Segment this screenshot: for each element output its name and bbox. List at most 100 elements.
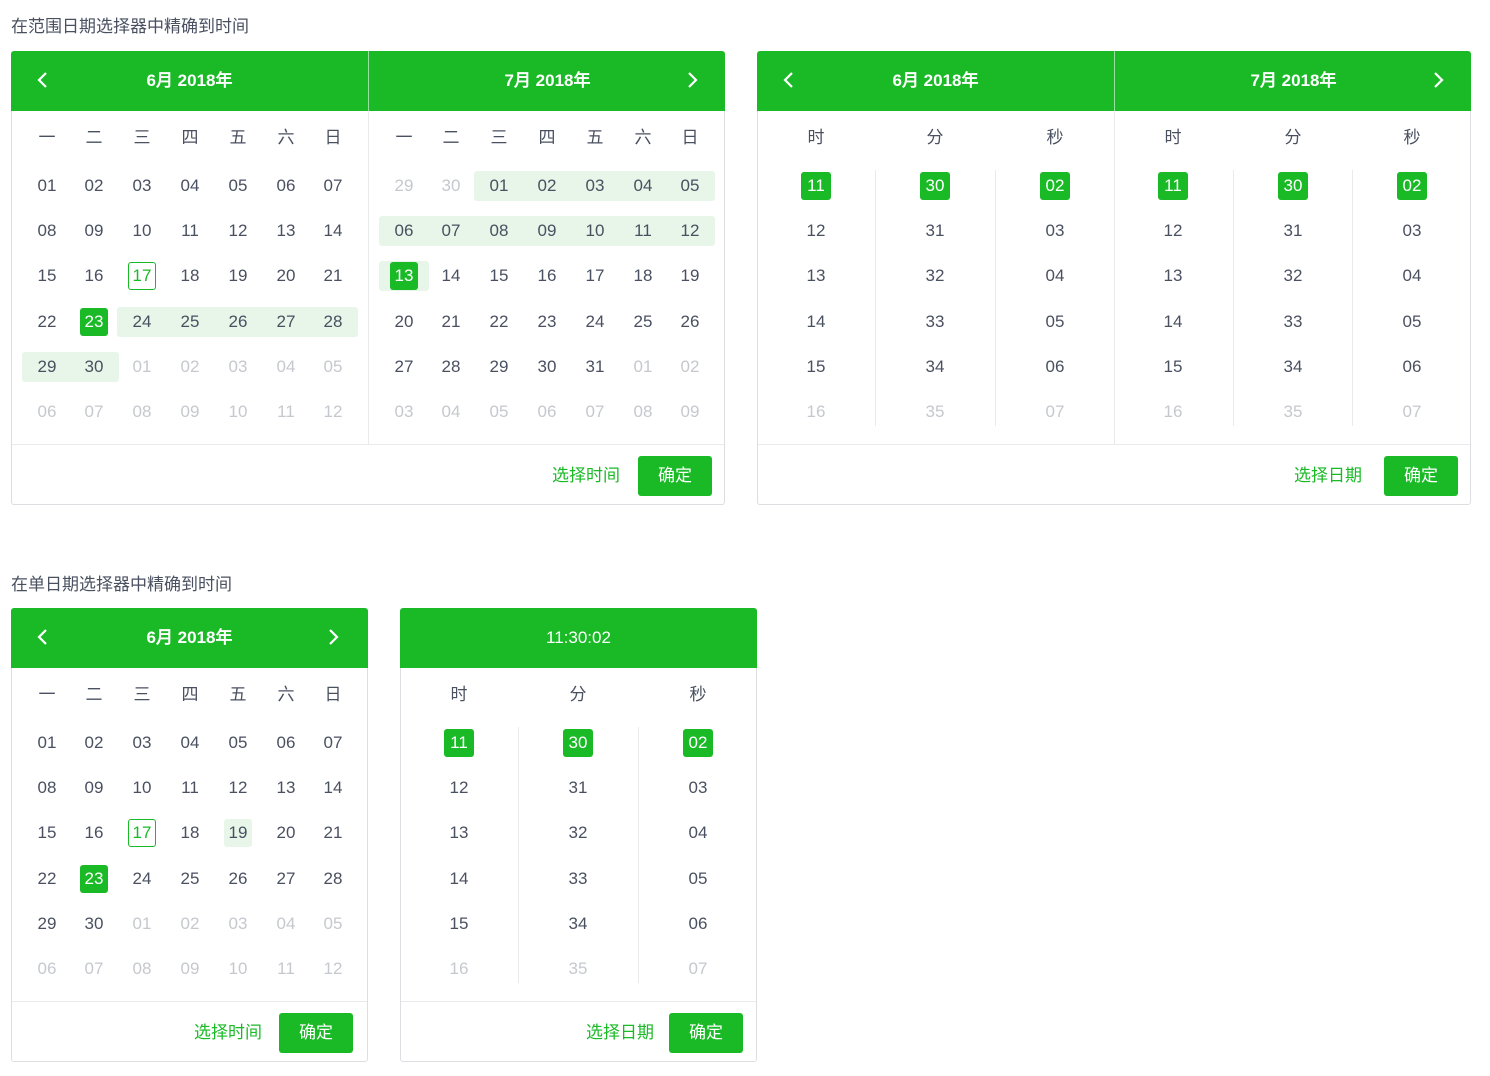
day-cell[interactable]: 04 [431,397,471,427]
day-cell[interactable]: 02 [170,352,210,382]
time-option[interactable]: 15 [786,352,846,382]
day-cell[interactable]: 02 [74,171,114,201]
day-cell[interactable]: 03 [575,171,615,201]
time-option[interactable]: 34 [1263,352,1323,382]
time-option[interactable]: 05 [1382,307,1442,337]
day-cell[interactable]: 11 [170,773,210,803]
day-cell[interactable]: 06 [527,397,567,427]
time-option[interactable]: 11 [429,728,489,758]
time-option[interactable]: 04 [1382,261,1442,291]
day-cell[interactable]: 03 [218,909,258,939]
select-time-button[interactable]: 选择时间 [552,456,620,496]
day-cell[interactable]: 06 [384,216,424,246]
time-option[interactable]: 07 [1382,397,1442,427]
day-cell[interactable]: 12 [313,954,353,984]
day-cell[interactable]: 06 [27,397,67,427]
day-cell[interactable]: 25 [170,307,210,337]
day-cell[interactable]: 24 [122,307,162,337]
time-option[interactable]: 32 [548,818,608,848]
day-cell[interactable]: 22 [27,307,67,337]
day-cell[interactable]: 01 [122,352,162,382]
day-cell[interactable]: 15 [479,261,519,291]
day-cell[interactable]: 09 [170,397,210,427]
day-cell[interactable]: 04 [623,171,663,201]
time-option[interactable]: 35 [1263,397,1323,427]
day-cell[interactable]: 06 [27,954,67,984]
day-cell[interactable]: 19 [218,818,258,848]
time-option[interactable]: 06 [1382,352,1442,382]
select-date-button[interactable]: 选择日期 [586,1013,654,1053]
day-cell[interactable]: 11 [170,216,210,246]
day-cell[interactable]: 01 [623,352,663,382]
day-cell[interactable]: 23 [74,864,114,894]
time-option[interactable]: 03 [668,773,728,803]
day-cell[interactable]: 02 [527,171,567,201]
day-cell[interactable]: 05 [218,728,258,758]
day-cell[interactable]: 07 [313,171,353,201]
day-cell[interactable]: 15 [27,261,67,291]
day-cell[interactable]: 09 [74,773,114,803]
day-cell[interactable]: 03 [122,728,162,758]
day-cell[interactable]: 28 [431,352,471,382]
day-cell[interactable]: 19 [218,261,258,291]
day-cell[interactable]: 13 [266,773,306,803]
day-cell[interactable]: 03 [218,352,258,382]
day-cell[interactable]: 04 [266,352,306,382]
day-cell[interactable]: 22 [479,307,519,337]
confirm-button[interactable]: 确定 [638,456,712,496]
day-cell[interactable]: 29 [479,352,519,382]
day-cell[interactable]: 16 [527,261,567,291]
time-option[interactable]: 12 [786,216,846,246]
time-option[interactable]: 34 [548,909,608,939]
day-cell[interactable]: 09 [527,216,567,246]
day-cell[interactable]: 12 [313,397,353,427]
day-cell[interactable]: 30 [74,909,114,939]
day-cell[interactable]: 10 [122,216,162,246]
day-cell[interactable]: 17 [122,261,162,291]
day-cell[interactable]: 19 [670,261,710,291]
day-cell[interactable]: 27 [266,307,306,337]
day-cell[interactable]: 03 [122,171,162,201]
confirm-button[interactable]: 确定 [669,1013,743,1053]
next-month-button[interactable] [678,65,708,95]
confirm-button[interactable]: 确定 [279,1013,353,1053]
time-option[interactable]: 30 [548,728,608,758]
day-cell[interactable]: 24 [575,307,615,337]
time-option[interactable]: 04 [668,818,728,848]
day-cell[interactable]: 22 [27,864,67,894]
day-cell[interactable]: 13 [266,216,306,246]
day-cell[interactable]: 11 [266,954,306,984]
day-cell[interactable]: 26 [218,864,258,894]
time-option[interactable]: 02 [1382,171,1442,201]
time-option[interactable]: 12 [1143,216,1203,246]
day-cell[interactable]: 10 [218,397,258,427]
day-cell[interactable]: 09 [670,397,710,427]
day-cell[interactable]: 21 [313,261,353,291]
day-cell[interactable]: 14 [313,773,353,803]
time-option[interactable]: 03 [1025,216,1085,246]
day-cell[interactable]: 29 [27,352,67,382]
day-cell[interactable]: 29 [27,909,67,939]
time-option[interactable]: 14 [1143,307,1203,337]
time-option[interactable]: 06 [668,909,728,939]
day-cell[interactable]: 26 [670,307,710,337]
time-option[interactable]: 16 [786,397,846,427]
select-date-button[interactable]: 选择日期 [1294,456,1362,496]
day-cell[interactable]: 16 [74,261,114,291]
day-cell[interactable]: 05 [218,171,258,201]
day-cell[interactable]: 10 [575,216,615,246]
day-cell[interactable]: 12 [218,773,258,803]
day-cell[interactable]: 20 [266,261,306,291]
day-cell[interactable]: 28 [313,864,353,894]
day-cell[interactable]: 06 [266,728,306,758]
day-cell[interactable]: 23 [527,307,567,337]
day-cell[interactable]: 30 [74,352,114,382]
time-option[interactable]: 13 [429,818,489,848]
day-cell[interactable]: 07 [313,728,353,758]
day-cell[interactable]: 28 [313,307,353,337]
time-option[interactable]: 33 [1263,307,1323,337]
day-cell[interactable]: 12 [670,216,710,246]
time-option[interactable]: 15 [429,909,489,939]
day-cell[interactable]: 23 [74,307,114,337]
time-option[interactable]: 16 [1143,397,1203,427]
